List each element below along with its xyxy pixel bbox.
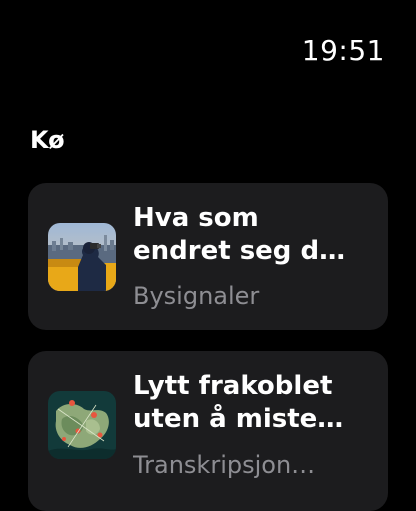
- status-time: 19:51: [301, 34, 385, 67]
- queue-item-title-line-2: endret seg d…: [133, 236, 346, 266]
- queue-item-title-line-2: uten å miste…: [133, 404, 344, 434]
- queue-item-title: Lytt frakoblet uten å miste…: [133, 370, 378, 436]
- queue-item-podcast-name: Transkripsjon…: [133, 451, 316, 479]
- queue-item-title-line-1: Hva som: [133, 203, 259, 233]
- podcast-artwork-map-icon: [48, 391, 116, 459]
- queue-item[interactable]: Hva som endret seg d… Bysignaler: [28, 183, 388, 330]
- queue-heading: Kø: [30, 126, 65, 154]
- queue-item-title: Hva som endret seg d…: [133, 202, 378, 268]
- queue-item-podcast-name: Bysignaler: [133, 282, 260, 310]
- podcast-artwork-city-icon: [48, 223, 116, 291]
- queue-item[interactable]: Lytt frakoblet uten å miste… Transkripsj…: [28, 351, 388, 511]
- queue-item-title-line-1: Lytt frakoblet: [133, 371, 333, 401]
